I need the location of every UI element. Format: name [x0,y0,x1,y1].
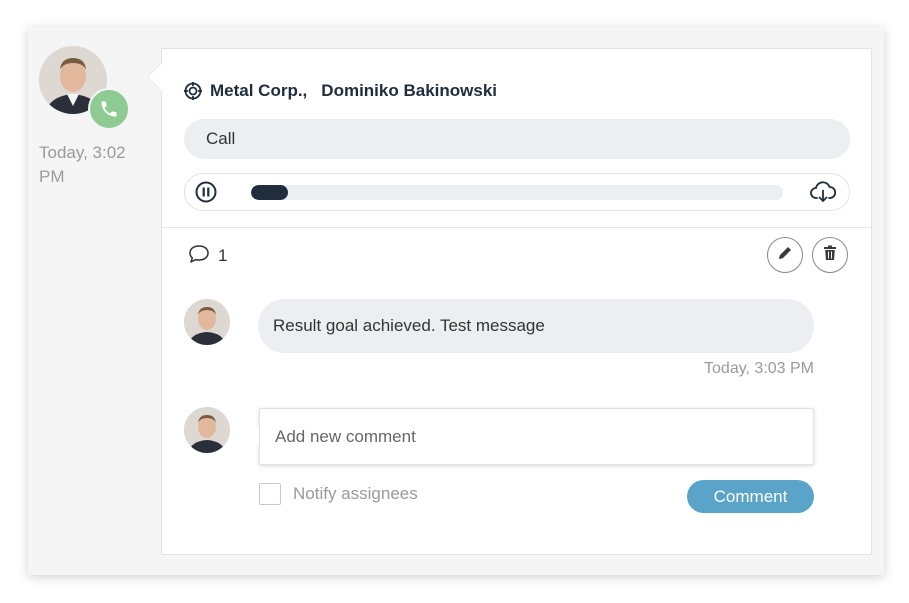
comment-button[interactable]: Comment [687,480,814,513]
comment-time: Today, 3:03 PM [704,360,814,377]
cloud-download-icon[interactable] [810,180,837,204]
notify-label: Notify assignees [293,484,418,503]
pencil-icon [777,245,793,266]
activity-header: Metal Corp., Dominiko Bakinowski [184,79,497,103]
edit-button[interactable] [767,237,803,273]
audio-player [184,173,850,211]
notify-assignees[interactable]: Notify assignees [259,483,418,505]
activity-author [39,46,130,130]
playback-track[interactable] [251,185,783,200]
target-icon [184,82,202,100]
activity-time: Today, 3:02 PM [39,143,126,186]
comments-count-value: 1 [218,246,228,265]
comments-count: 1 [188,244,228,269]
playback-progress[interactable] [251,185,289,200]
card-pointer [148,63,162,91]
activity-panel: Today, 3:02 PM Metal Corp., Dominiko Bak… [28,27,884,575]
phone-icon [88,88,130,130]
avatar [184,299,230,345]
speech-bubble-icon [188,244,210,269]
divider [162,227,871,228]
comment-text: Result goal achieved. Test message [258,299,814,353]
avatar [184,407,230,453]
company-link[interactable]: Metal Corp., [210,81,307,101]
pause-icon[interactable] [195,181,217,203]
activity-type-field: Call [184,119,850,159]
contact-link[interactable]: Dominiko Bakinowski [321,81,497,101]
delete-button[interactable] [812,237,848,273]
input-pointer [247,425,259,445]
comment-input[interactable] [259,408,814,465]
trash-icon [823,245,837,266]
notify-checkbox[interactable] [259,483,281,505]
activity-card: Metal Corp., Dominiko Bakinowski Call 1 … [147,48,872,555]
